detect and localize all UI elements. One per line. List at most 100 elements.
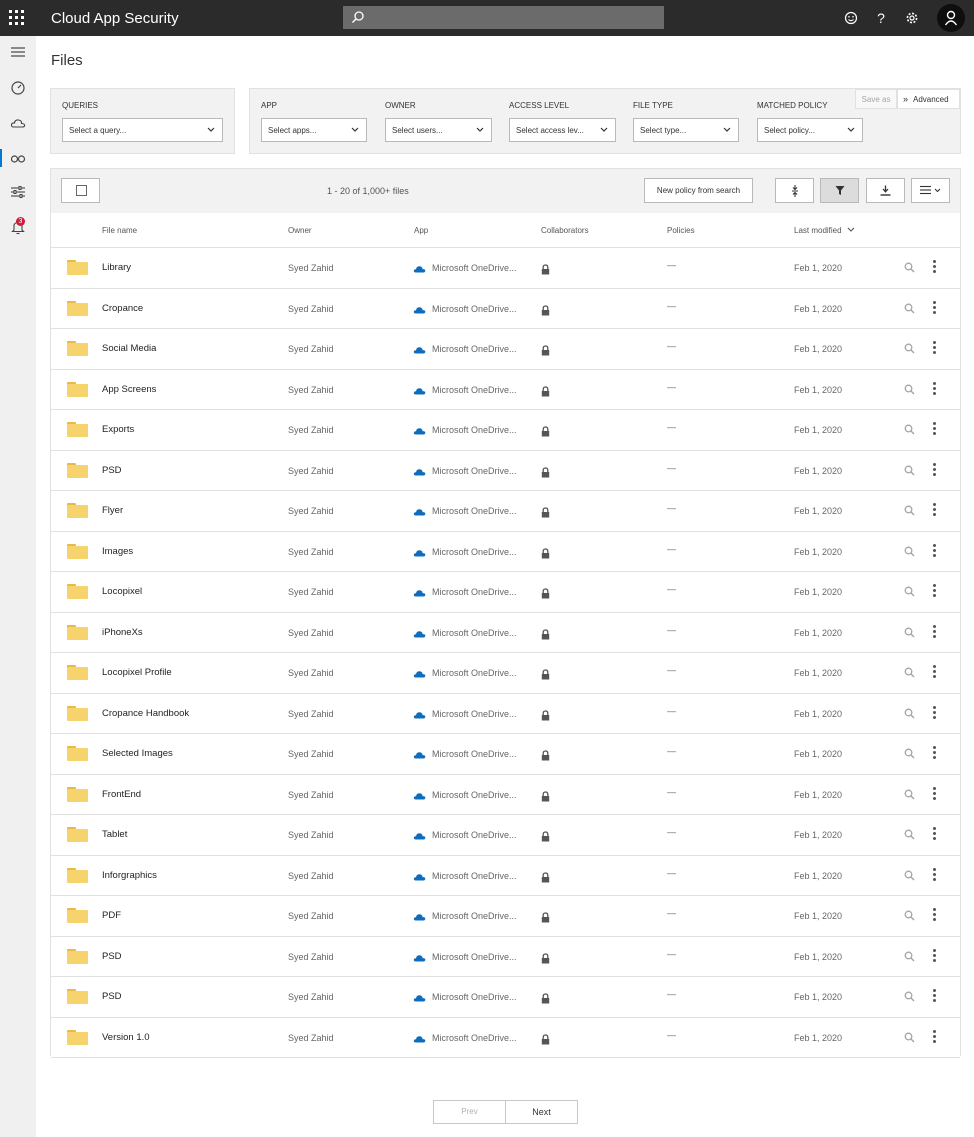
advanced-filter-button[interactable]: » Advanced — [897, 89, 960, 109]
access-level-select[interactable]: Select access lev... — [509, 118, 616, 142]
export-download-button[interactable] — [866, 178, 905, 203]
file-name-link[interactable]: FrontEnd — [102, 789, 141, 800]
filter-toggle-button[interactable] — [820, 178, 859, 203]
column-header-last-modified[interactable]: Last modified — [794, 226, 855, 235]
file-name-link[interactable]: Version 1.0 — [102, 1032, 150, 1043]
table-row[interactable]: Images Syed Zahid Microsoft OneDrive... — Fe… — [51, 531, 960, 572]
prev-page-button[interactable]: Prev — [434, 1101, 506, 1123]
table-row[interactable]: App Screens Syed Zahid Microsoft OneDrive.… — [51, 369, 960, 410]
search-magnifier-icon[interactable] — [904, 586, 915, 597]
owner-select[interactable]: Select users... — [385, 118, 492, 142]
table-row[interactable]: Inforgraphics Syed Zahid Microsoft OneDriv… — [51, 855, 960, 896]
table-row[interactable]: Cropance Syed Zahid Microsoft OneDrive... —… — [51, 288, 960, 329]
more-options-icon[interactable] — [933, 705, 936, 719]
next-page-button[interactable]: Next — [506, 1101, 577, 1123]
select-all-checkbox[interactable] — [61, 178, 100, 203]
search-magnifier-icon[interactable] — [904, 303, 915, 314]
alerts-bell-icon[interactable]: 3 — [0, 217, 36, 237]
table-row[interactable]: Cropance Handbook Syed Zahid Microsoft One… — [51, 693, 960, 734]
more-options-icon[interactable] — [933, 462, 936, 476]
file-name-link[interactable]: Images — [102, 546, 133, 557]
table-row[interactable]: Locopixel Syed Zahid Microsoft OneDrive...… — [51, 572, 960, 613]
table-row[interactable]: PSD Syed Zahid Microsoft OneDrive... — Feb 1… — [51, 977, 960, 1018]
more-options-icon[interactable] — [933, 867, 936, 881]
file-name-link[interactable]: Tablet — [102, 829, 127, 840]
table-row[interactable]: PSD Syed Zahid Microsoft OneDrive... — Feb 1… — [51, 450, 960, 491]
save-as-button[interactable]: Save as — [855, 89, 897, 109]
column-header-file-name[interactable]: File name — [102, 226, 137, 235]
search-magnifier-icon[interactable] — [904, 465, 915, 476]
table-row[interactable]: PDF Syed Zahid Microsoft OneDrive... — Feb 1… — [51, 896, 960, 937]
search-magnifier-icon[interactable] — [904, 708, 915, 719]
search-magnifier-icon[interactable] — [904, 505, 915, 516]
search-magnifier-icon[interactable] — [904, 546, 915, 557]
table-row[interactable]: Selected Images Syed Zahid Microsoft OneDr… — [51, 734, 960, 775]
file-name-link[interactable]: Flyer — [102, 505, 123, 516]
search-magnifier-icon[interactable] — [904, 748, 915, 759]
search-magnifier-icon[interactable] — [904, 789, 915, 800]
table-row[interactable]: Version 1.0 Syed Zahid Microsoft OneDrive.… — [51, 1017, 960, 1058]
more-options-icon[interactable] — [933, 381, 936, 395]
more-options-icon[interactable] — [933, 989, 936, 1002]
more-options-icon[interactable] — [933, 908, 936, 921]
search-magnifier-icon[interactable] — [904, 262, 915, 273]
more-options-icon[interactable] — [933, 543, 936, 557]
column-header-collaborators[interactable]: Collaborators — [541, 226, 589, 235]
feedback-smiley-icon[interactable] — [842, 9, 860, 27]
search-magnifier-icon[interactable] — [904, 829, 915, 840]
more-options-icon[interactable] — [933, 1029, 936, 1043]
file-name-link[interactable]: Selected Images — [102, 748, 173, 759]
file-name-link[interactable]: PSD — [102, 951, 122, 962]
file-name-link[interactable]: PSD — [102, 991, 122, 1002]
table-row[interactable]: Social Media Syed Zahid Microsoft OneDrive… — [51, 329, 960, 370]
search-magnifier-icon[interactable] — [904, 910, 915, 921]
table-row[interactable]: Exports Syed Zahid Microsoft OneDrive... — F… — [51, 410, 960, 451]
column-options-button[interactable] — [911, 178, 950, 203]
file-name-link[interactable]: Social Media — [102, 343, 156, 354]
global-search-input[interactable] — [343, 6, 664, 29]
search-magnifier-icon[interactable] — [904, 667, 915, 678]
more-options-icon[interactable] — [933, 827, 936, 840]
table-row[interactable]: Flyer Syed Zahid Microsoft OneDrive... — Feb… — [51, 491, 960, 532]
file-name-link[interactable]: Locopixel Profile — [102, 667, 172, 678]
help-icon[interactable]: ? — [872, 9, 890, 27]
search-magnifier-icon[interactable] — [904, 870, 915, 881]
search-magnifier-icon[interactable] — [904, 1032, 915, 1043]
more-options-icon[interactable] — [933, 503, 936, 516]
search-magnifier-icon[interactable] — [904, 627, 915, 638]
file-name-link[interactable]: Inforgraphics — [102, 870, 157, 881]
app-select[interactable]: Select apps... — [261, 118, 367, 142]
dashboard-gauge-icon[interactable] — [0, 78, 36, 98]
file-name-link[interactable]: Exports — [102, 424, 134, 435]
app-launcher-icon[interactable] — [9, 10, 25, 26]
more-options-icon[interactable] — [933, 948, 936, 962]
more-options-icon[interactable] — [933, 584, 936, 597]
more-options-icon[interactable] — [933, 746, 936, 759]
settings-gear-icon[interactable] — [903, 9, 921, 27]
file-name-link[interactable]: Cropance — [102, 303, 143, 314]
file-name-link[interactable]: Cropance Handbook — [102, 708, 189, 719]
table-row[interactable]: FrontEnd Syed Zahid Microsoft OneDrive... —… — [51, 774, 960, 815]
search-magnifier-icon[interactable] — [904, 951, 915, 962]
search-magnifier-icon[interactable] — [904, 343, 915, 354]
investigate-glasses-icon[interactable] — [0, 148, 36, 168]
control-sliders-icon[interactable] — [0, 182, 36, 202]
new-policy-from-search-button[interactable]: New policy from search — [644, 178, 753, 203]
search-magnifier-icon[interactable] — [904, 991, 915, 1002]
more-options-icon[interactable] — [933, 260, 936, 273]
table-row[interactable]: iPhoneXs Syed Zahid Microsoft OneDrive... —… — [51, 612, 960, 653]
file-name-link[interactable]: iPhoneXs — [102, 627, 143, 638]
file-name-link[interactable]: Library — [102, 262, 131, 273]
collapse-rows-button[interactable] — [775, 178, 814, 203]
file-type-select[interactable]: Select type... — [633, 118, 739, 142]
file-name-link[interactable]: PDF — [102, 910, 121, 921]
more-options-icon[interactable] — [933, 341, 936, 354]
column-header-owner[interactable]: Owner — [288, 226, 312, 235]
more-options-icon[interactable] — [933, 422, 936, 435]
more-options-icon[interactable] — [933, 786, 936, 800]
more-options-icon[interactable] — [933, 624, 936, 638]
menu-hamburger-icon[interactable] — [0, 43, 36, 63]
more-options-icon[interactable] — [933, 665, 936, 678]
user-avatar[interactable] — [937, 4, 965, 32]
file-name-link[interactable]: Locopixel — [102, 586, 142, 597]
